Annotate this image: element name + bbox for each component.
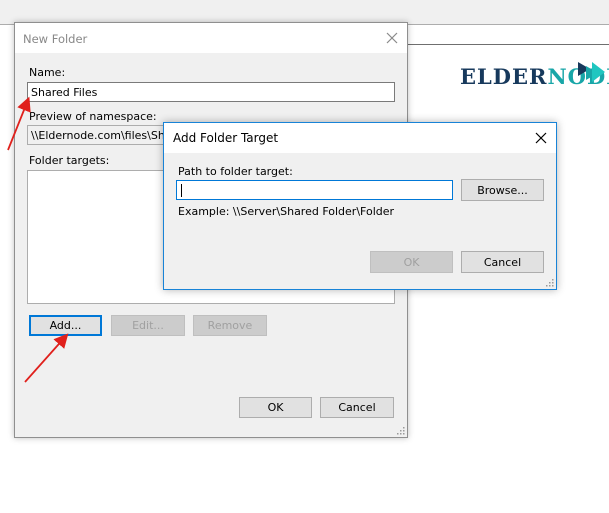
close-icon[interactable] (534, 131, 548, 145)
play-icon (578, 62, 605, 82)
new-folder-titlebar[interactable]: New Folder (15, 23, 407, 53)
cancel-button[interactable]: Cancel (461, 251, 544, 273)
text-caret (181, 183, 182, 197)
add-target-titlebar[interactable]: Add Folder Target (164, 123, 556, 153)
new-folder-title: New Folder (23, 32, 88, 46)
ok-button[interactable]: OK (239, 397, 312, 418)
edit-button[interactable]: Edit... (111, 315, 185, 336)
eldernode-logo: ELDERNODE (460, 60, 609, 92)
add-button[interactable]: Add... (29, 315, 102, 336)
path-label: Path to folder target: (178, 165, 293, 178)
browse-button[interactable]: Browse... (461, 179, 544, 201)
add-folder-target-dialog: Add Folder Target Path to folder target:… (163, 122, 557, 290)
add-target-title: Add Folder Target (173, 131, 279, 145)
resize-grip-icon[interactable] (396, 426, 405, 435)
remove-button[interactable]: Remove (193, 315, 267, 336)
path-input[interactable] (176, 180, 453, 200)
name-label: Name: (29, 66, 66, 79)
close-icon[interactable] (385, 31, 399, 45)
ok-button[interactable]: OK (370, 251, 453, 273)
background-divider (407, 44, 609, 45)
preview-label: Preview of namespace: (29, 110, 157, 123)
name-input[interactable]: Shared Files (27, 82, 395, 102)
example-text: Example: \\Server\Shared Folder\Folder (178, 205, 395, 218)
folder-targets-label: Folder targets: (29, 154, 110, 167)
resize-grip-icon[interactable] (545, 278, 554, 287)
cancel-button[interactable]: Cancel (320, 397, 394, 418)
